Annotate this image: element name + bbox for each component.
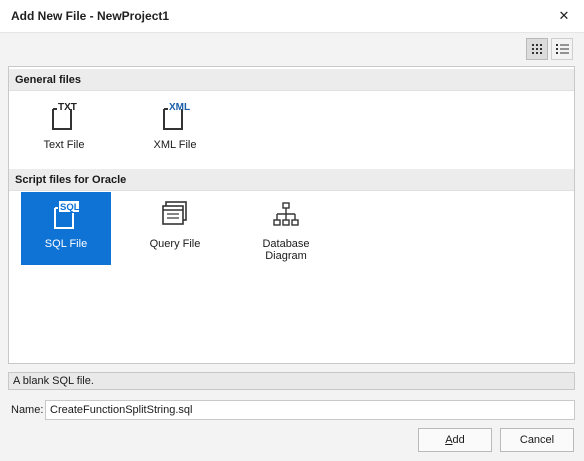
template-label-line1: Database <box>262 238 310 250</box>
template-label: SQL File <box>44 238 88 250</box>
sql-badge: SQL <box>60 202 80 213</box>
list-icon <box>555 44 569 54</box>
cancel-button[interactable]: Cancel <box>500 428 574 452</box>
sql-file-icon: SQL <box>54 201 80 229</box>
close-icon[interactable]: ✕ <box>559 8 570 24</box>
group-header-script-files: Script files for Oracle <box>9 169 574 191</box>
template-label: XML File <box>153 139 197 151</box>
add-label: dd <box>452 434 465 446</box>
list-view-button[interactable] <box>551 38 573 60</box>
template-query-file[interactable]: Query File <box>130 192 220 265</box>
database-diagram-icon <box>273 202 299 226</box>
txt-file-icon: TXT <box>52 102 77 130</box>
xml-badge: XML <box>169 102 190 113</box>
template-xml-file[interactable]: XML XML File <box>130 93 220 166</box>
name-label: Name: <box>11 404 44 416</box>
template-sql-file[interactable]: SQL SQL File <box>21 192 111 265</box>
template-label: Database Diagram <box>262 238 309 262</box>
template-database-diagram[interactable]: Database Diagram <box>241 192 331 265</box>
close-button[interactable]: ✕ <box>544 0 584 32</box>
file-name-input[interactable] <box>45 400 575 420</box>
query-file-icon <box>162 201 187 225</box>
template-label: Query File <box>149 238 201 250</box>
grid-icon <box>532 44 542 54</box>
template-label-line2: Diagram <box>265 250 307 262</box>
file-templates-panel: General files TXT Text File XML XML File… <box>8 66 575 364</box>
template-description: A blank SQL file. <box>8 372 575 390</box>
title-bar: Add New File - NewProject1 ✕ <box>0 0 584 33</box>
group-header-general-files: General files <box>9 69 574 91</box>
template-label: Text File <box>43 139 85 151</box>
xml-file-icon: XML <box>163 102 190 130</box>
dialog-title: Add New File - NewProject1 <box>11 9 170 23</box>
txt-badge: TXT <box>58 102 77 113</box>
large-icons-view-button[interactable] <box>526 38 548 60</box>
add-button[interactable]: Add <box>418 428 492 452</box>
add-mnemonic: A <box>445 434 453 446</box>
template-text-file[interactable]: TXT Text File <box>19 93 109 166</box>
